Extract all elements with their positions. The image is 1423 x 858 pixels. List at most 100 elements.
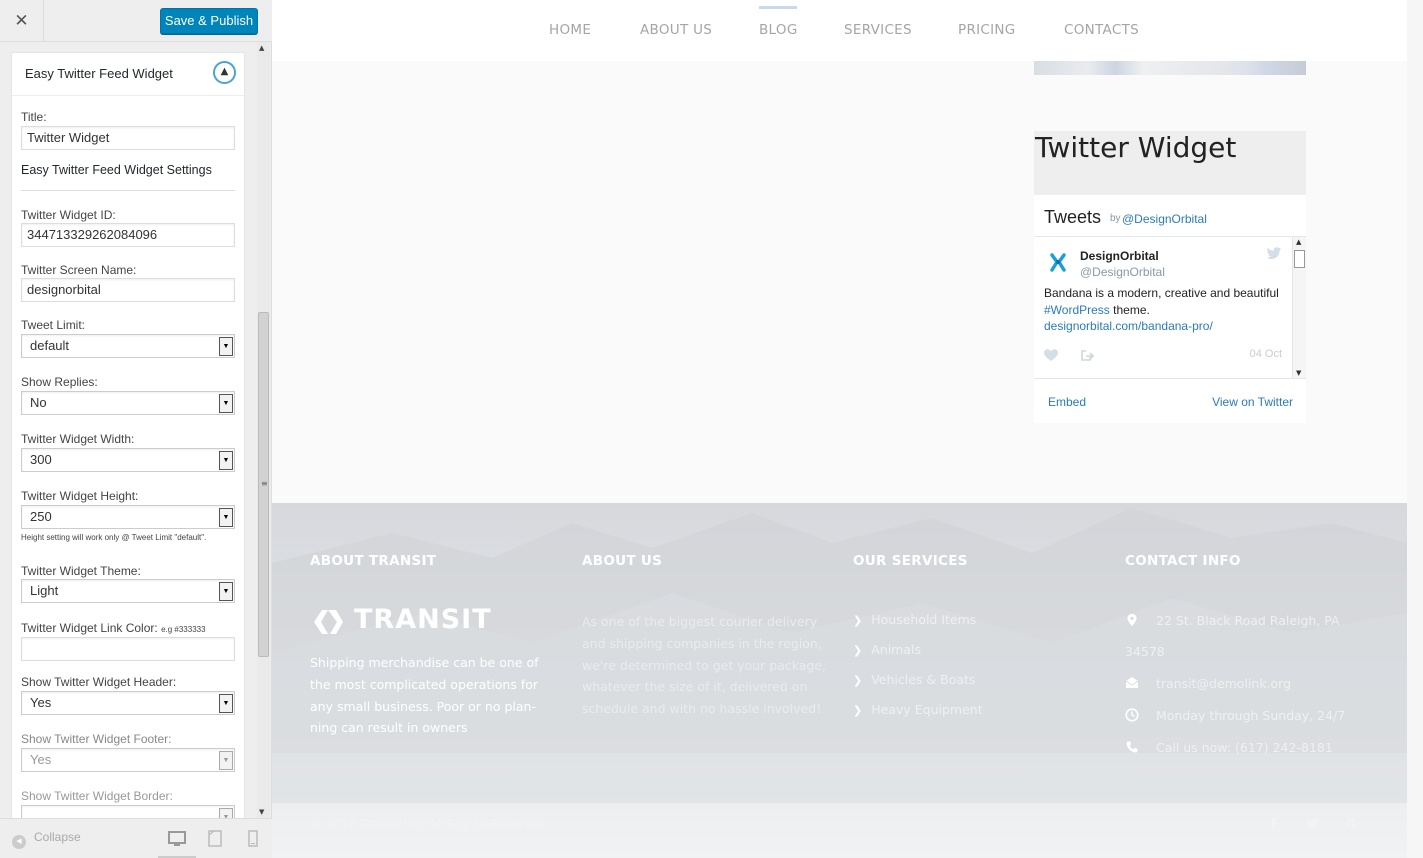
embed-link[interactable]: Embed [1048,395,1086,409]
scroll-down-icon[interactable]: ▼ [1296,369,1301,377]
tweet-author-name[interactable]: DesignOrbital [1080,249,1159,263]
contact-phone[interactable]: Call us now: (617) 242-8181 [1156,740,1333,755]
service-link-vehicles[interactable]: ❯ Vehicles & Boats [853,672,975,687]
nav-services[interactable]: SERVICES [844,22,912,38]
widget-collapse-toggle[interactable]: ▲ [213,61,236,84]
theme-value: Light [30,583,59,598]
customizer-sidebar: ✕ Save & Publish Easy Twitter Feed Widge… [0,0,272,858]
chevron-right-icon: ❯ [853,614,863,627]
facebook-icon[interactable] [1266,817,1280,831]
by-label: by [1110,213,1121,224]
show-replies-label: Show Replies: [21,375,98,389]
service-label: Heavy Equipment [871,702,983,717]
title-label: Title: [21,110,47,124]
tweet-limit-select[interactable]: default ▼ [21,334,235,358]
page-scrollbar[interactable] [1407,0,1423,858]
nav-blog[interactable]: BLOG [759,22,798,38]
heart-icon[interactable] [1044,349,1058,362]
widget-id-label: Twitter Widget ID: [21,208,116,222]
contact-address-line1: 22 St. Black Road Raleigh, PA [1156,613,1340,628]
chevron-down-icon: ▼ [219,508,233,527]
close-customizer-button[interactable]: ✕ [0,0,44,42]
show-footer-select[interactable]: Yes ▼ [21,748,235,772]
height-select[interactable]: 250 ▼ [21,505,235,529]
site-preview: HOME ABOUT US BLOG SERVICES PRICING CONT… [272,0,1407,858]
contact-address-line2: 34578 [1125,644,1165,659]
show-footer-field-group: Show Twitter Widget Footer: Yes ▼ [21,732,235,772]
twitter-bird-icon[interactable] [1266,247,1282,260]
chevron-down-icon: ▼ [219,451,233,470]
our-services-heading: OUR SERVICES [853,553,968,569]
service-link-animals[interactable]: ❯ Animals [853,642,921,657]
width-select[interactable]: 300 ▼ [21,448,235,472]
desktop-preview-icon[interactable] [166,829,188,849]
about-transit-heading: ABOUT TRANSIT [310,553,437,569]
timeline-scroll-thumb[interactable] [1294,250,1305,268]
nav-home[interactable]: HOME [549,22,591,38]
collapse-sidebar-button[interactable]: ◀ Collapse [12,830,81,849]
show-replies-select[interactable]: No ▼ [21,391,235,415]
nav-contacts[interactable]: CONTACTS [1064,22,1139,38]
show-header-select[interactable]: Yes ▼ [21,691,235,715]
copyright-text: © 2016 Transit Inc. All Rights Reserved [310,817,546,831]
nav-pricing[interactable]: PRICING [958,22,1016,38]
widget-title-bar[interactable]: Easy Twitter Feed Widget ▲ [12,53,244,96]
service-link-household[interactable]: ❯ Household Items [853,612,976,627]
theme-select[interactable]: Light ▼ [21,579,235,603]
theme-label: Twitter Widget Theme: [21,564,141,578]
tweet-card[interactable]: DesignOrbital @DesignOrbital Bandana is … [1034,237,1292,378]
tablet-preview-icon[interactable] [204,829,226,849]
twitter-handle-link[interactable]: @DesignOrbital [1122,212,1207,226]
settings-heading: Easy Twitter Feed Widget Settings [21,163,212,177]
chevron-right-icon: ❯ [853,704,863,717]
scroll-up-icon[interactable]: ▲ [1296,238,1301,246]
screen-name-input[interactable]: designorbital [21,278,235,302]
show-header-value: Yes [30,695,52,710]
contact-info-heading: CONTACT INFO [1125,553,1241,569]
scroll-up-icon[interactable]: ▲ [259,44,264,52]
tweet-timeline: DesignOrbital @DesignOrbital Bandana is … [1034,236,1306,379]
show-footer-value: Yes [30,752,52,767]
tweet-author-handle[interactable]: @DesignOrbital [1080,265,1165,279]
twitter-icon[interactable] [1306,817,1320,831]
height-value: 250 [30,509,52,524]
save-publish-button[interactable]: Save & Publish [160,8,258,34]
link-color-input[interactable] [21,637,235,661]
tweet-limit-value: default [30,338,70,353]
twitter-widget-title: Twitter Widget [1035,131,1237,164]
sidebar-scroll-thumb[interactable]: ≡ [258,312,269,657]
nav-about-us[interactable]: ABOUT US [640,22,712,38]
timeline-scrollbar[interactable]: ▲ ▼ [1292,237,1306,378]
bandana-pro-link[interactable]: designorbital.com/bandana-pro/ [1044,319,1213,333]
chevron-down-icon: ▼ [219,694,233,713]
google-plus-icon[interactable] [1346,817,1364,831]
view-on-twitter-link[interactable]: View on Twitter [1212,395,1293,409]
sidebar-scrollbar[interactable]: ▲ ≡ ▼ [257,42,270,818]
widget-id-input[interactable]: 344713329262084096 [21,223,235,247]
transit-logo-text[interactable]: TRANSIT [354,604,492,635]
clock-icon [1125,708,1139,722]
show-footer-label: Show Twitter Widget Footer: [21,732,172,746]
grip-icon: ≡ [261,479,268,488]
about-us-text: As one of the biggest courier delivery a… [582,614,827,717]
height-label: Twitter Widget Height: [21,489,139,503]
chevron-right-icon: ❯ [853,644,863,657]
share-icon[interactable] [1080,349,1094,362]
about-us-heading: ABOUT US [582,553,663,569]
service-link-heavy-equipment[interactable]: ❯ Heavy Equipment [853,702,983,717]
designorbital-avatar-icon[interactable] [1044,249,1072,277]
tweet-date[interactable]: 04 Oct [1250,348,1282,360]
link-color-hint: e.g #333333 [161,625,206,634]
transit-logo-icon[interactable] [310,607,346,637]
service-label: Household Items [871,612,977,627]
wordpress-hashtag-link[interactable]: #WordPress [1044,303,1110,317]
mobile-preview-icon[interactable] [242,829,264,849]
contact-email[interactable]: transit@demolink.org [1156,676,1291,691]
collapse-arrow-icon: ◀ [12,835,26,849]
title-input[interactable]: Twitter Widget [21,126,235,150]
about-transit-text: Shipping merchandise can be one of the m… [310,655,539,736]
show-border-label: Show Twitter Widget Border: [21,789,173,803]
scroll-down-icon[interactable]: ▼ [259,808,264,816]
customizer-header: ✕ Save & Publish [0,0,272,42]
chevron-down-icon: ▼ [219,337,233,356]
